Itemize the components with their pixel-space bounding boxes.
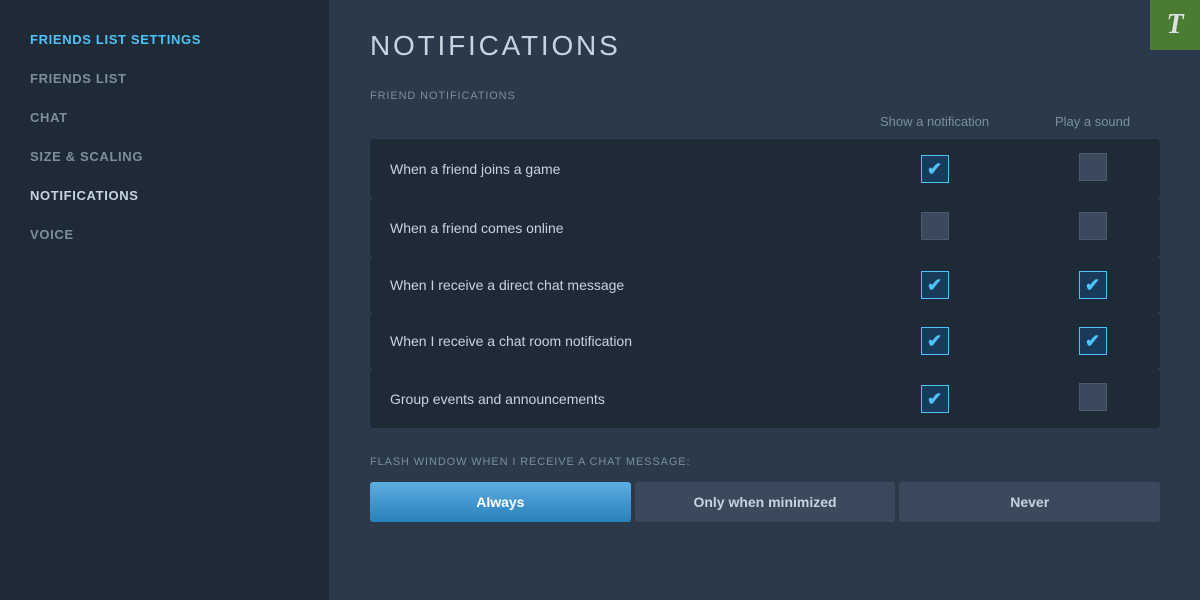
sidebar-item-voice[interactable]: VOICE <box>0 215 329 254</box>
flash-window-label: FLASH WINDOW WHEN I RECEIVE A CHAT MESSA… <box>370 456 1160 468</box>
section-friend-notifications-label: FRIEND NOTIFICATIONS <box>370 90 1160 102</box>
flash-buttons-group: AlwaysOnly when minimizedNever <box>370 482 1160 522</box>
notification-row-label: When a friend comes online <box>370 198 844 257</box>
flash-button-always[interactable]: Always <box>370 482 631 522</box>
show-notification-checkbox[interactable]: ✔ <box>921 327 949 355</box>
show-notification-checkbox-cell: ✔ <box>844 257 1025 313</box>
notification-row: When I receive a direct chat message ✔ ✔ <box>370 257 1160 313</box>
checkmark-icon: ✔ <box>927 276 942 294</box>
notification-row: When a friend comes online ✔ ✔ <box>370 198 1160 257</box>
show-notification-checkbox[interactable]: ✔ <box>921 155 949 183</box>
play-sound-checkbox[interactable]: ✔ <box>1079 327 1107 355</box>
checkmark-icon: ✔ <box>927 160 942 178</box>
show-notification-checkbox-cell: ✔ <box>844 369 1025 428</box>
play-sound-checkbox-cell: ✔ <box>1025 313 1160 369</box>
notification-row: When a friend joins a game ✔ ✔ <box>370 139 1160 198</box>
sidebar-item-chat[interactable]: CHAT <box>0 98 329 137</box>
col-play-sound: Play a sound <box>1025 114 1160 139</box>
notification-row-label: When I receive a direct chat message <box>370 257 844 313</box>
notifications-table: Show a notification Play a sound When a … <box>370 114 1160 428</box>
sidebar-item-notifications[interactable]: NOTIFICATIONS <box>0 176 329 215</box>
play-sound-checkbox-cell: ✔ <box>1025 198 1160 257</box>
play-sound-checkbox-cell: ✔ <box>1025 139 1160 198</box>
flash-button-never[interactable]: Never <box>899 482 1160 522</box>
checkmark-icon: ✔ <box>927 332 942 350</box>
show-notification-checkbox[interactable]: ✔ <box>921 212 949 240</box>
play-sound-checkbox[interactable]: ✔ <box>1079 212 1107 240</box>
show-notification-checkbox-cell: ✔ <box>844 313 1025 369</box>
play-sound-checkbox[interactable]: ✔ <box>1079 383 1107 411</box>
show-notification-checkbox[interactable]: ✔ <box>921 385 949 413</box>
play-sound-checkbox[interactable]: ✔ <box>1079 153 1107 181</box>
steam-logo: T <box>1150 0 1200 50</box>
notification-row-label: Group events and announcements <box>370 369 844 428</box>
sidebar-item-size-scaling[interactable]: SIZE & SCALING <box>0 137 329 176</box>
col-show-notification: Show a notification <box>844 114 1025 139</box>
checkmark-icon: ✔ <box>1085 276 1100 294</box>
col-label <box>370 114 844 139</box>
show-notification-checkbox-cell: ✔ <box>844 198 1025 257</box>
notification-row: When I receive a chat room notification ✔… <box>370 313 1160 369</box>
checkmark-icon: ✔ <box>927 390 942 408</box>
main-content: × NOTIFICATIONS FRIEND NOTIFICATIONS Sho… <box>330 0 1200 600</box>
play-sound-checkbox-cell: ✔ <box>1025 369 1160 428</box>
sidebar-item-friends-list[interactable]: FRIENDS LIST <box>0 59 329 98</box>
notification-row-label: When a friend joins a game <box>370 139 844 198</box>
flash-button-only-when-minimized[interactable]: Only when minimized <box>635 482 896 522</box>
notification-row-label: When I receive a chat room notification <box>370 313 844 369</box>
sidebar: FRIENDS LIST SETTINGSFRIENDS LISTCHATSIZ… <box>0 0 330 600</box>
page-title: NOTIFICATIONS <box>370 30 1160 62</box>
show-notification-checkbox[interactable]: ✔ <box>921 271 949 299</box>
show-notification-checkbox-cell: ✔ <box>844 139 1025 198</box>
sidebar-item-friends-list-settings[interactable]: FRIENDS LIST SETTINGS <box>0 20 329 59</box>
play-sound-checkbox[interactable]: ✔ <box>1079 271 1107 299</box>
notification-row: Group events and announcements ✔ ✔ <box>370 369 1160 428</box>
play-sound-checkbox-cell: ✔ <box>1025 257 1160 313</box>
checkmark-icon: ✔ <box>1085 332 1100 350</box>
